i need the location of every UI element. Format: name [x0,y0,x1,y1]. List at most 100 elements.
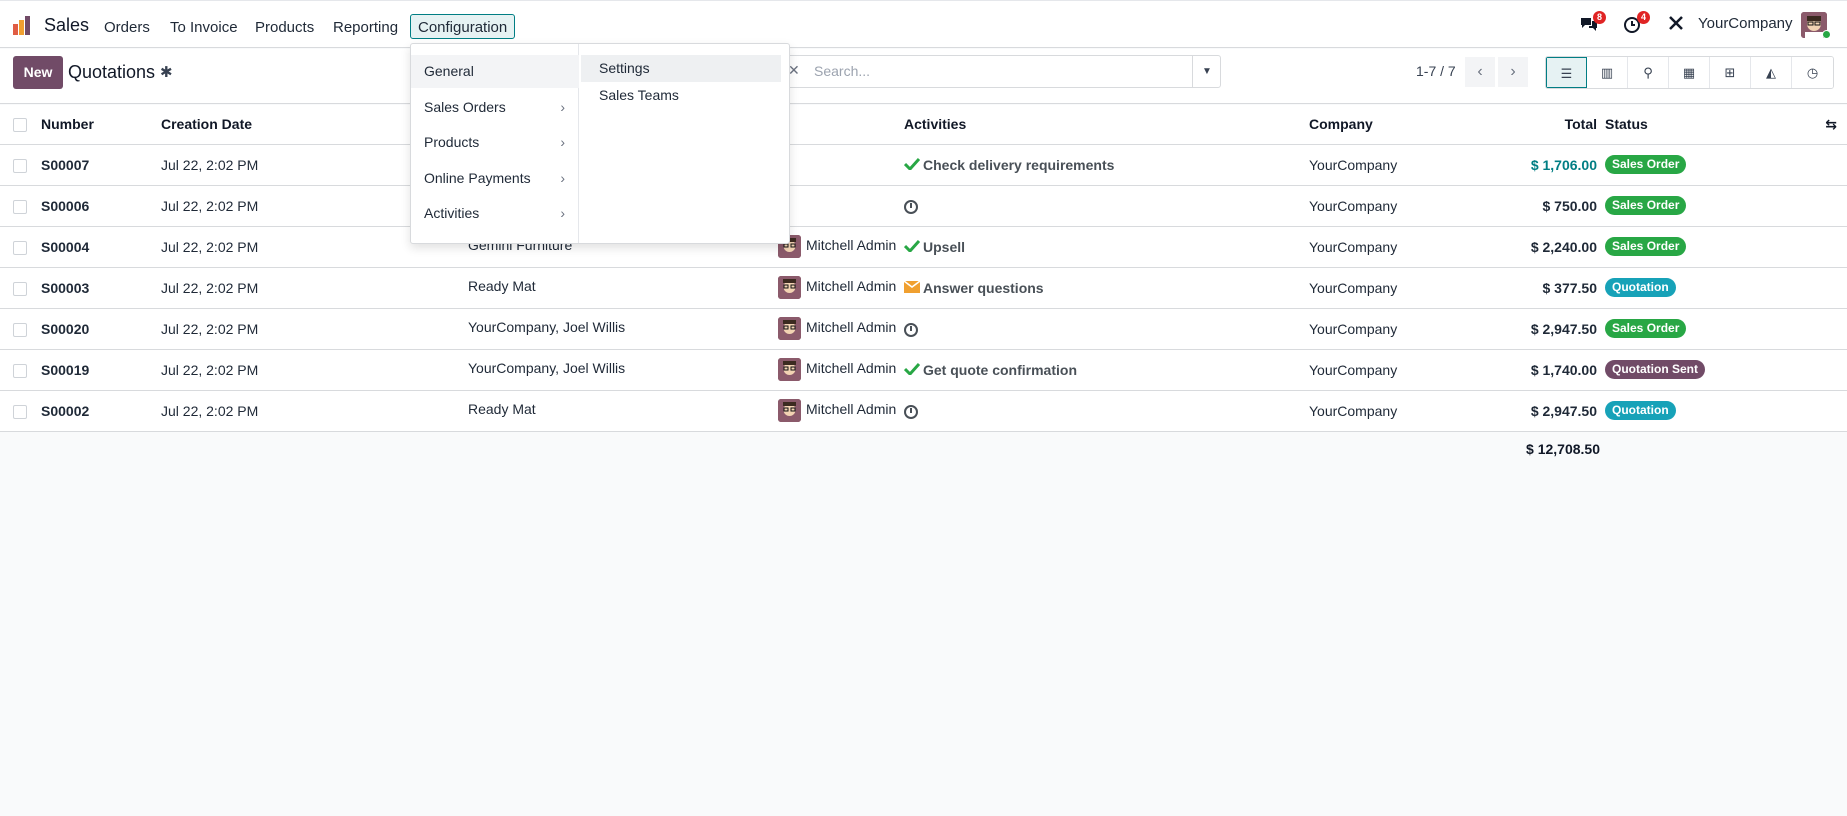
chevron-right-icon: › [560,205,565,221]
cell-activities[interactable] [904,308,1309,350]
company-switcher[interactable]: YourCompany [1698,15,1793,32]
row-checkbox[interactable] [13,363,27,378]
cell-activities[interactable] [904,390,1309,432]
row-checkbox[interactable] [13,404,27,419]
dd-sales-orders-label: Sales Orders [424,99,506,115]
menu-to-invoice[interactable]: To Invoice [162,14,246,39]
debug-tools-icon[interactable] [1667,14,1689,36]
dd-general[interactable]: General [411,55,579,88]
cell-customer: Ready Mat [468,278,536,295]
row-checkbox[interactable] [13,158,27,173]
activity-view-icon[interactable]: ◷ [1792,57,1833,88]
dd-settings[interactable]: Settings [581,55,781,82]
cell-creation-date: Jul 22, 2:02 PM [161,349,468,391]
cell-company: YourCompany [1309,349,1459,391]
list-view-icon[interactable]: ☰ [1546,57,1587,88]
status-badge: Sales Order [1605,196,1687,215]
table-row[interactable]: S00003 Jul 22, 2:02 PM Ready Mat Mitchell A… [0,267,1847,309]
empty-area [0,433,1847,816]
pivot-view-icon[interactable]: ⊞ [1710,57,1751,88]
salesperson-name: Mitchell Admin [806,401,897,418]
dd-sales-teams[interactable]: Sales Teams [581,82,781,109]
new-button[interactable]: New [13,56,63,89]
cell-total: $ 2,947.50 [1459,390,1597,432]
dd-products[interactable]: Products › [411,126,579,159]
dd-products-label: Products [424,134,480,150]
search-options-toggle[interactable]: ▼ [1192,56,1221,87]
table-row[interactable]: S00004 Jul 22, 2:02 PM Gemini Furniture Mit… [0,226,1847,268]
cell-customer-salesperson: YourCompany, Joel Willis Mitchell Admin [468,349,904,391]
cell-total: $ 750.00 [1459,185,1597,227]
cell-company: YourCompany [1309,226,1459,268]
cell-number: S00006 [41,185,161,227]
kanban-view-icon[interactable]: ▥ [1587,57,1628,88]
cell-activities[interactable]: Answer questions [904,267,1309,309]
cell-activities[interactable]: Check delivery requirements [904,144,1309,186]
avatar-face-icon [778,399,801,422]
calendar-view-icon[interactable]: ▦ [1669,57,1710,88]
row-checkbox[interactable] [13,322,27,337]
column-company[interactable]: Company [1309,105,1459,145]
cell-number: S00020 [41,308,161,350]
menu-reporting[interactable]: Reporting [325,14,406,39]
clock-icon[interactable] [904,199,918,214]
row-checkbox[interactable] [13,240,27,255]
activity-clock-icon[interactable]: 4 [1623,11,1651,36]
cell-company: YourCompany [1309,390,1459,432]
table-row[interactable]: S00020 Jul 22, 2:02 PM YourCompany, Joel W… [0,308,1847,350]
status-badge: Quotation [1605,278,1676,297]
grand-total: $ 12,708.50 [1526,441,1600,457]
cell-activities[interactable] [904,185,1309,227]
cell-number: S00019 [41,349,161,391]
menu-configuration[interactable]: Configuration [410,14,516,39]
column-status[interactable]: Status [1597,105,1777,145]
configuration-dropdown: General Sales Orders › Products › Online P… [410,43,790,244]
table-row[interactable]: S00019 Jul 22, 2:02 PM YourCompany, Joel W… [0,349,1847,391]
salesperson-name: Mitchell Admin [806,319,897,336]
cell-customer-salesperson: Ready Mat Mitchell Admin [468,390,904,432]
column-number[interactable]: Number [41,105,161,145]
dd-online-payments[interactable]: Online Payments › [411,162,579,195]
search-input[interactable]: Search... [814,63,870,79]
cell-creation-date: Jul 22, 2:02 PM [161,267,468,309]
dd-activities[interactable]: Activities › [411,197,579,230]
column-total[interactable]: Total [1459,105,1597,145]
clock-icon[interactable] [904,404,918,419]
dd-sales-orders[interactable]: Sales Orders › [411,91,579,124]
activity-summary: Upsell [923,238,966,255]
activity-summary: Get quote confirmation [923,361,1077,378]
cell-company: YourCompany [1309,308,1459,350]
map-view-icon[interactable]: ⚲ [1628,57,1669,88]
pager-next-icon[interactable]: › [1498,57,1528,87]
avatar-face-icon [778,358,801,381]
top-navbar: Sales Orders To Invoice Products Reporti… [0,0,1847,48]
pager-value[interactable]: 1-7 / 7 [1416,63,1456,79]
graph-view-icon[interactable]: ◭ [1751,57,1792,88]
chevron-right-icon: › [560,170,565,186]
table-row[interactable]: S00002 Jul 22, 2:02 PM Ready Mat Mitchell A… [0,390,1847,432]
row-checkbox[interactable] [13,199,27,214]
row-checkbox[interactable] [13,281,27,296]
clock-icon[interactable] [904,322,918,337]
sales-app-icon[interactable] [12,14,34,36]
page-title: Quotations [68,62,156,82]
check-icon [904,157,920,170]
chat-icon[interactable]: 8 [1579,11,1607,36]
salesperson-name: Mitchell Admin [806,237,897,254]
column-activities[interactable]: Activities [904,105,1309,145]
quotations-table: Number Creation Date Customer Activities… [0,105,1847,432]
cell-activities[interactable]: Upsell [904,226,1309,268]
optional-columns-icon[interactable]: ⇆ [1777,105,1847,145]
cell-activities[interactable]: Get quote confirmation [904,349,1309,391]
app-name[interactable]: Sales [44,15,89,36]
cell-creation-date: Jul 22, 2:02 PM [161,308,468,350]
select-all-checkbox[interactable] [13,118,27,133]
gear-icon[interactable]: ✱ [160,63,173,81]
cell-customer: YourCompany, Joel Willis [468,360,626,377]
table-row[interactable]: S00006Jul 22, 2:02 PMLumber InYourCompan… [0,185,1847,227]
menu-products[interactable]: Products [247,14,322,39]
chevron-right-icon: › [560,134,565,150]
table-row[interactable]: S00007Jul 22, 2:02 PMGemini FuCheck deli… [0,144,1847,186]
pager-previous-icon[interactable]: ‹ [1465,57,1495,87]
menu-orders[interactable]: Orders [96,14,158,39]
